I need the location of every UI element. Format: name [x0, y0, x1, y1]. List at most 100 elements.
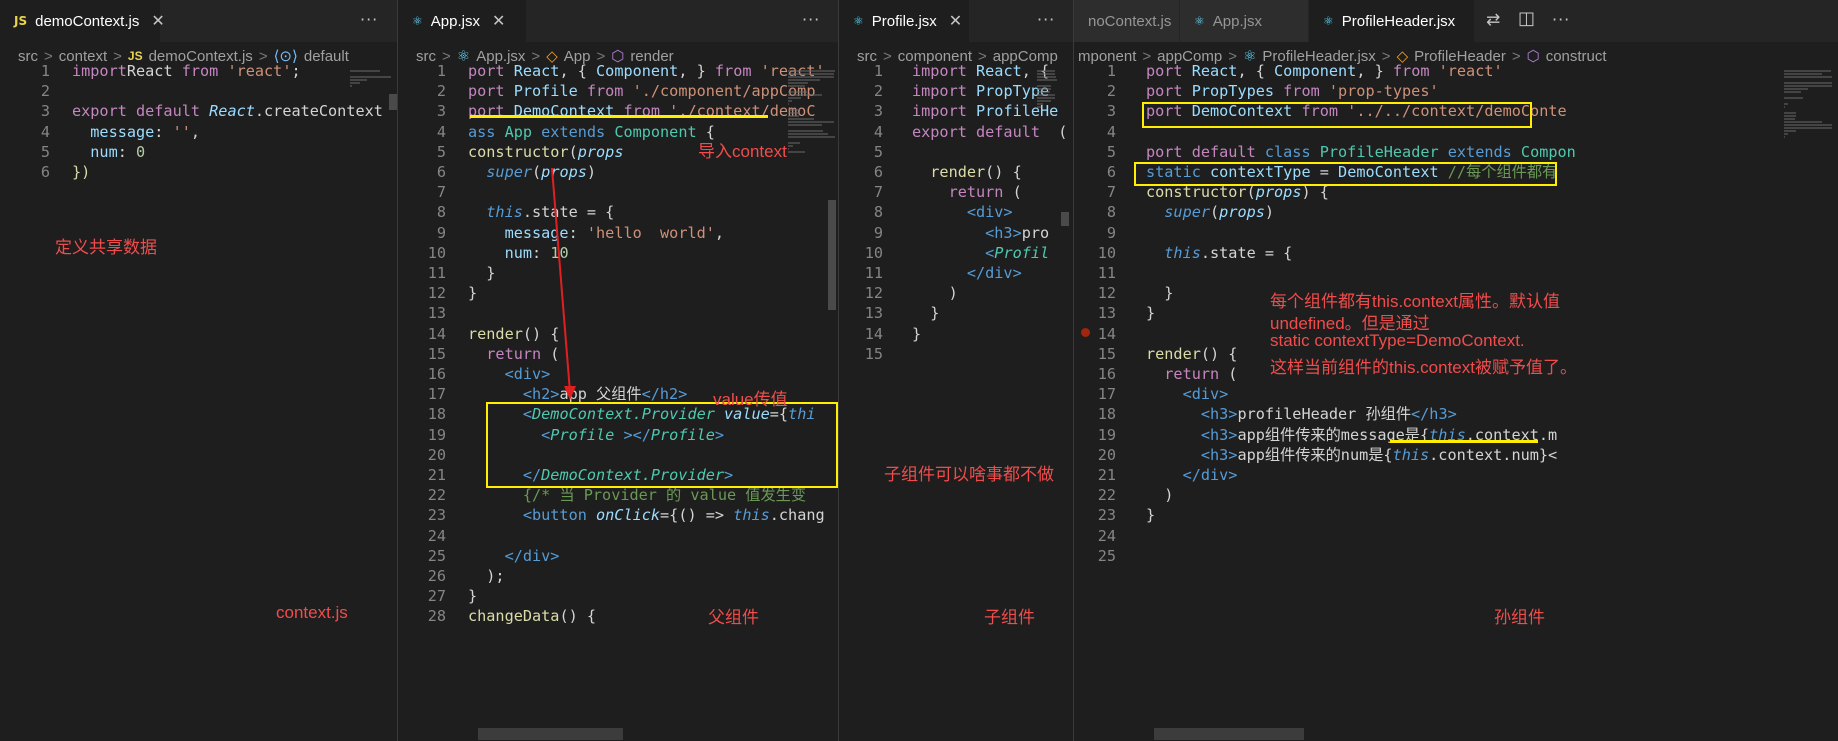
tab-app[interactable]: ⚛ App.jsx ✕: [398, 0, 526, 42]
code-text[interactable]: }): [72, 160, 90, 184]
breakpoint-icon[interactable]: [1081, 328, 1090, 337]
highlight-underline: [470, 115, 768, 118]
editor-pane-app: ⚛ App.jsx ✕ ··· src > ⚛ App.jsx > ◇ App > ⬡…: [398, 0, 838, 741]
minimap-line: [1037, 103, 1043, 105]
minimap-line: [1784, 70, 1831, 72]
minimap-line: [1784, 103, 1788, 105]
minimap-line: [788, 91, 808, 93]
minimap-line: [1037, 97, 1055, 99]
minimap-line: [788, 121, 834, 123]
scrollbar[interactable]: [1061, 212, 1069, 226]
minimap-line: [1784, 91, 1801, 93]
minimap-line: [1037, 94, 1055, 96]
minimap-line: [350, 76, 391, 78]
code-line[interactable]: 28 changeData() {: [398, 604, 838, 628]
minimap-line: [1784, 136, 1786, 138]
highlight-box-provider: [486, 402, 838, 488]
minimap-line: [1784, 115, 1796, 117]
minimap-line: [1037, 91, 1051, 93]
tab-democontext[interactable]: noContext.js: [1074, 0, 1179, 42]
annotation-grandchild-component: 孙组件: [1494, 608, 1545, 627]
minimap-line: [788, 115, 799, 117]
more-actions-icon[interactable]: ···: [1037, 10, 1055, 29]
tab-profile[interactable]: ⚛ Profile.jsx ✕: [839, 0, 969, 42]
close-icon[interactable]: ✕: [492, 11, 505, 31]
annotation-child-does-nothing: 子组件可以啥事都不做: [884, 465, 1054, 484]
tab-profileheader[interactable]: ⚛ ProfileHeader.jsx: [1309, 0, 1474, 42]
more-actions-icon[interactable]: ···: [360, 10, 378, 29]
minimap-line: [1784, 76, 1832, 78]
minimap-line: [350, 70, 380, 72]
minimap[interactable]: [788, 70, 838, 190]
line-number[interactable]: 28: [406, 604, 446, 628]
minimap[interactable]: [1784, 70, 1834, 190]
minimap-line: [788, 103, 790, 105]
line-number[interactable]: 6: [10, 160, 50, 184]
more-actions-icon[interactable]: ···: [802, 10, 820, 29]
code-text[interactable]: changeData() {: [468, 604, 596, 628]
compare-changes-icon[interactable]: ⇄: [1486, 10, 1500, 30]
minimap-line: [1037, 109, 1039, 111]
js-file-icon: JS: [14, 14, 28, 28]
scrollbar[interactable]: [828, 200, 836, 310]
minimap-line: [788, 151, 805, 153]
tab-bar: ⚛ App.jsx ✕ ···: [398, 0, 838, 42]
close-icon[interactable]: ✕: [151, 11, 164, 31]
annotation-define-shared-data: 定义共享数据: [55, 238, 157, 257]
code-line[interactable]: 6}): [0, 160, 397, 184]
minimap[interactable]: [1037, 70, 1067, 190]
horizontal-scrollbar[interactable]: [1154, 728, 1304, 740]
line-number[interactable]: 25: [1076, 544, 1116, 568]
minimap-line: [350, 82, 360, 84]
highlight-underline: [1390, 440, 1538, 443]
minimap-line: [1784, 121, 1823, 123]
minimap-line: [1784, 118, 1795, 120]
minimap-line: [1784, 73, 1823, 75]
minimap-line: [1037, 76, 1057, 78]
react-icon: ⚛: [1323, 14, 1334, 28]
annotation-explain-line3: static contextType=DemoContext.: [1270, 331, 1525, 350]
minimap-line: [788, 73, 834, 75]
minimap-line: [1784, 130, 1796, 132]
annotation-context-js: context.js: [276, 603, 348, 622]
minimap-line: [1037, 85, 1052, 87]
line-number[interactable]: 15: [843, 342, 883, 366]
more-actions-icon[interactable]: ···: [1552, 10, 1570, 29]
horizontal-scrollbar[interactable]: [478, 728, 623, 740]
highlight-box-import: [1142, 102, 1532, 128]
minimap-line: [788, 142, 800, 144]
minimap[interactable]: [350, 70, 397, 190]
minimap-line: [788, 79, 821, 81]
scrollbar[interactable]: [389, 94, 397, 110]
minimap-line: [1784, 112, 1796, 114]
code-line[interactable]: 15: [839, 342, 1073, 366]
annotation-parent-component: 父组件: [708, 608, 759, 627]
minimap-line: [788, 124, 822, 126]
tab-title: App.jsx: [1212, 12, 1262, 30]
minimap-line: [788, 130, 823, 132]
minimap-line: [1037, 70, 1055, 72]
minimap-line: [1784, 97, 1804, 99]
minimap-line: [788, 82, 809, 84]
editor-pane-context: JS demoContext.js ✕ ··· src > context > JS…: [0, 0, 397, 741]
react-icon: ⚛: [853, 14, 864, 28]
minimap-line: [788, 145, 793, 147]
minimap-line: [1037, 106, 1041, 108]
tab-democontext[interactable]: JS demoContext.js ✕: [0, 0, 165, 42]
tab-title: ProfileHeader.jsx: [1341, 12, 1456, 30]
annotation-import-context: 导入context: [698, 142, 787, 161]
minimap-line: [1037, 79, 1058, 81]
tab-app[interactable]: ⚛ App.jsx: [1180, 0, 1308, 42]
split-editor-icon[interactable]: ◫: [1518, 8, 1535, 29]
tab-title: App.jsx: [430, 12, 480, 30]
minimap-line: [1784, 88, 1808, 90]
minimap-line: [788, 97, 802, 99]
tab-title: Profile.jsx: [871, 12, 937, 30]
close-icon[interactable]: ✕: [949, 11, 962, 31]
minimap-line: [1784, 133, 1788, 135]
minimap-line: [788, 148, 790, 150]
code-line[interactable]: 25: [1074, 544, 1838, 568]
tab-title: demoContext.js: [35, 12, 140, 30]
minimap-line: [788, 109, 800, 111]
minimap-line: [788, 94, 822, 96]
